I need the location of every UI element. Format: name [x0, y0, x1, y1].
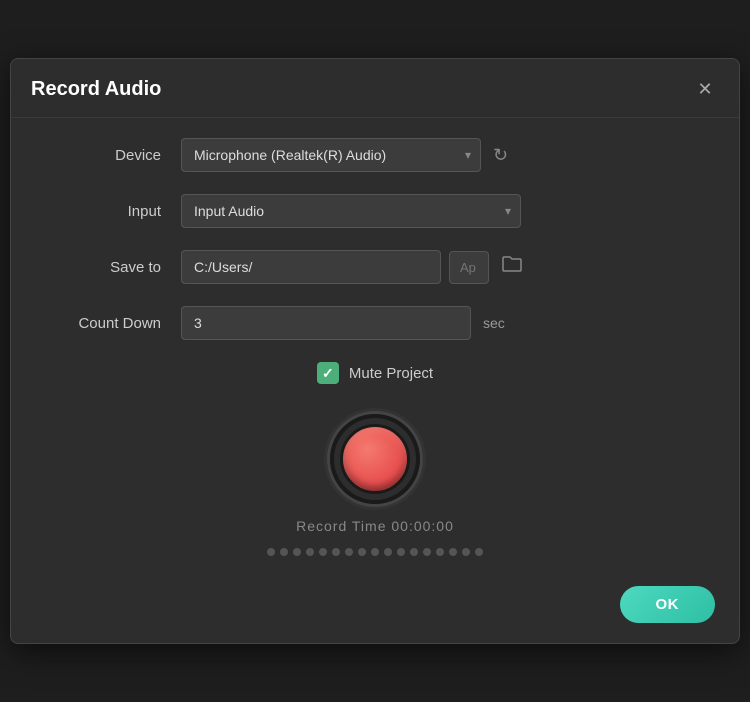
dot-14 — [436, 548, 444, 556]
dot-13 — [423, 548, 431, 556]
input-control: Input Audio ▾ — [181, 194, 699, 228]
mute-label: Mute Project — [349, 365, 433, 382]
record-time: Record Time 00:00:00 — [296, 518, 454, 534]
device-select[interactable]: Microphone (Realtek(R) Audio) — [181, 138, 481, 172]
device-label: Device — [51, 147, 181, 164]
record-audio-dialog: Record Audio ✕ Device Microphone (Realte… — [10, 58, 740, 644]
dialog-body: Device Microphone (Realtek(R) Audio) ▾ ↻… — [11, 118, 739, 586]
saveto-input[interactable] — [181, 250, 441, 284]
folder-button[interactable] — [497, 250, 527, 284]
dot-7 — [345, 548, 353, 556]
countdown-control: sec — [181, 306, 699, 340]
dot-8 — [358, 548, 366, 556]
dot-4 — [306, 548, 314, 556]
input-row: Input Input Audio ▾ — [51, 194, 699, 228]
dialog-footer: OK — [11, 586, 739, 623]
dot-1 — [267, 548, 275, 556]
sec-label: sec — [483, 315, 505, 331]
dot-9 — [371, 548, 379, 556]
countdown-label: Count Down — [51, 315, 181, 332]
saveto-row: Save to — [51, 250, 699, 284]
refresh-button[interactable]: ↻ — [489, 141, 512, 170]
saveto-control — [181, 250, 699, 284]
dot-2 — [280, 548, 288, 556]
dot-5 — [319, 548, 327, 556]
saveto-label: Save to — [51, 259, 181, 276]
device-control: Microphone (Realtek(R) Audio) ▾ ↻ — [181, 138, 699, 172]
input-select[interactable]: Input Audio — [181, 194, 521, 228]
device-row: Device Microphone (Realtek(R) Audio) ▾ ↻ — [51, 138, 699, 172]
dot-11 — [397, 548, 405, 556]
dot-12 — [410, 548, 418, 556]
input-label: Input — [51, 203, 181, 220]
dot-17 — [475, 548, 483, 556]
close-button[interactable]: ✕ — [691, 75, 719, 103]
dot-3 — [293, 548, 301, 556]
countdown-input[interactable] — [181, 306, 471, 340]
dot-10 — [384, 548, 392, 556]
dot-6 — [332, 548, 340, 556]
dialog-header: Record Audio ✕ — [11, 59, 739, 118]
ok-button[interactable]: OK — [620, 586, 716, 623]
record-button[interactable] — [330, 414, 420, 504]
saveto-append-input[interactable] — [449, 251, 489, 284]
countdown-row: Count Down sec — [51, 306, 699, 340]
progress-dots — [267, 548, 483, 556]
dot-15 — [449, 548, 457, 556]
record-section: Record Time 00:00:00 — [51, 414, 699, 556]
mute-checkbox[interactable] — [317, 362, 339, 384]
mute-row: Mute Project — [51, 362, 699, 384]
record-button-inner — [340, 424, 410, 494]
dot-16 — [462, 548, 470, 556]
dialog-title: Record Audio — [31, 78, 161, 101]
